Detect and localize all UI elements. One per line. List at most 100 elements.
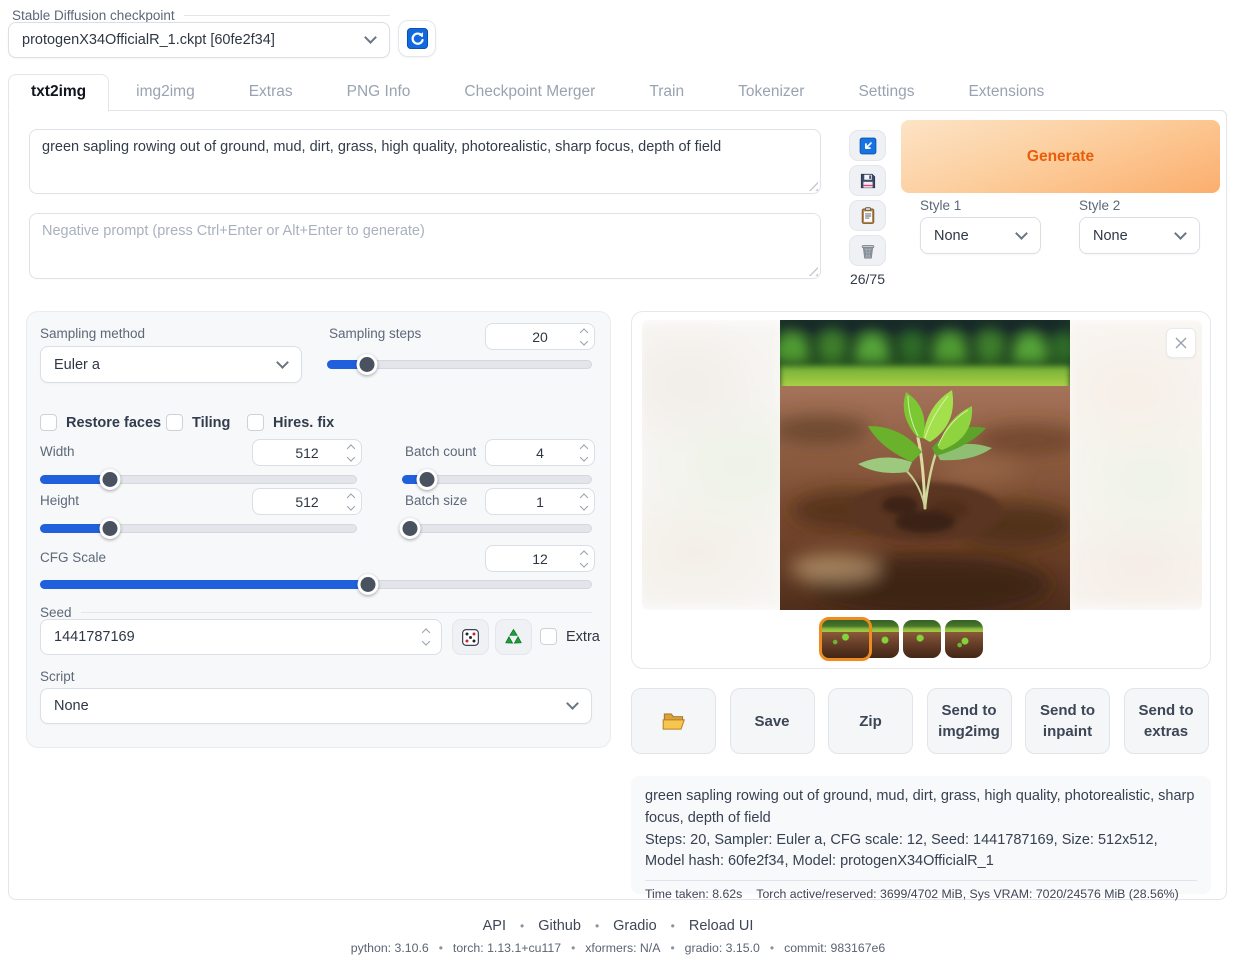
open-folder-button[interactable]: [631, 688, 716, 754]
tiling-checkbox[interactable]: [166, 414, 183, 431]
floppy-disk-icon: [858, 171, 878, 191]
style2-dropdown[interactable]: None: [1079, 217, 1200, 254]
height-slider[interactable]: [40, 518, 357, 539]
close-gallery-button[interactable]: [1166, 328, 1196, 358]
cfg-scale-input[interactable]: 12: [485, 545, 595, 572]
txt2img-panel: green sapling rowing out of ground, mud,…: [8, 110, 1227, 900]
sampling-steps-slider[interactable]: [327, 354, 592, 375]
generation-info-panel: green sapling rowing out of ground, mud,…: [631, 776, 1211, 894]
restore-faces-checkbox-row[interactable]: Restore faces: [40, 414, 161, 431]
batch-count-label: Batch count: [405, 444, 476, 459]
tiling-checkbox-row[interactable]: Tiling: [166, 414, 230, 431]
chevron-down-icon: [276, 356, 289, 369]
dot-separator: •: [571, 941, 575, 955]
prompt-input[interactable]: green sapling rowing out of ground, mud,…: [29, 129, 821, 194]
thumbnail-2-selected[interactable]: [819, 617, 872, 661]
apply-style-button[interactable]: [849, 200, 886, 231]
info-time-row: Time taken: 8.62s Torch active/reserved:…: [645, 880, 1197, 901]
style1-dropdown[interactable]: None: [920, 217, 1041, 254]
info-prompt-text: green sapling rowing out of ground, mud,…: [645, 786, 1197, 830]
tab-txt2img[interactable]: txt2img: [8, 74, 109, 112]
cfg-scale-value: 12: [532, 551, 548, 567]
dot-separator: •: [439, 941, 443, 955]
batch-size-input[interactable]: 1: [485, 488, 595, 515]
sampling-method-dropdown[interactable]: Euler a: [40, 346, 302, 383]
extra-seed-checkbox[interactable]: [540, 628, 557, 645]
clipboard-icon: [858, 206, 878, 226]
height-input[interactable]: 512: [252, 488, 362, 515]
cfg-scale-slider[interactable]: [40, 574, 592, 595]
send-to-img2img-button[interactable]: Send to img2img: [927, 688, 1012, 754]
clear-prompt-button[interactable]: [849, 235, 886, 266]
extra-seed-checkbox-row[interactable]: Extra: [540, 628, 600, 645]
sampling-steps-value: 20: [532, 329, 548, 345]
checkpoint-label-text: Stable Diffusion checkpoint: [12, 8, 175, 23]
tiling-label: Tiling: [192, 415, 230, 431]
thumbnail-5[interactable]: [945, 620, 983, 658]
checkpoint-label: Stable Diffusion checkpoint: [12, 8, 390, 23]
batch-size-value: 1: [536, 494, 544, 510]
tab-extensions[interactable]: Extensions: [941, 75, 1071, 111]
github-link[interactable]: Github: [538, 918, 581, 934]
tab-checkpoint-merger[interactable]: Checkpoint Merger: [437, 75, 622, 111]
stepper-icon[interactable]: [348, 445, 354, 460]
style1-label: Style 1: [920, 198, 961, 213]
tab-settings[interactable]: Settings: [831, 75, 941, 111]
tab-extras[interactable]: Extras: [222, 75, 320, 111]
negative-prompt-input[interactable]: [29, 213, 821, 279]
prompt-tools: [849, 130, 886, 266]
save-button[interactable]: Save: [730, 688, 815, 754]
thumbnail-4[interactable]: [903, 620, 941, 658]
send-to-inpaint-button[interactable]: Send to inpaint: [1025, 688, 1110, 754]
stepper-icon[interactable]: [581, 494, 587, 509]
stepper-icon[interactable]: [423, 630, 429, 645]
tab-png-info[interactable]: PNG Info: [320, 75, 438, 111]
width-slider[interactable]: [40, 469, 357, 490]
gradio-version: gradio: 3.15.0: [685, 941, 760, 955]
zip-button[interactable]: Zip: [828, 688, 913, 754]
prompt-field-wrap: green sapling rowing out of ground, mud,…: [29, 129, 821, 194]
stepper-icon[interactable]: [348, 494, 354, 509]
batch-size-slider[interactable]: [402, 518, 592, 539]
width-input[interactable]: 512: [252, 439, 362, 466]
width-label: Width: [40, 444, 75, 459]
reuse-seed-button[interactable]: [495, 619, 532, 655]
sampling-steps-input[interactable]: 20: [485, 323, 595, 350]
checkpoint-dropdown[interactable]: protogenX34OfficialR_1.ckpt [60fe2f34]: [8, 22, 390, 58]
batch-count-input[interactable]: 4: [485, 439, 595, 466]
reload-ui-link[interactable]: Reload UI: [689, 918, 753, 934]
save-style-button[interactable]: [849, 165, 886, 196]
script-dropdown[interactable]: None: [40, 688, 592, 724]
vram-info-text: Torch active/reserved: 3699/4702 MiB, Sy…: [756, 887, 1178, 901]
send-to-extras-button[interactable]: Send to extras: [1124, 688, 1209, 754]
stepper-icon[interactable]: [581, 445, 587, 460]
recycle-icon: [503, 627, 524, 648]
app-window: Stable Diffusion checkpoint protogenX34O…: [0, 0, 1236, 966]
gallery-thumbnails: [819, 615, 983, 663]
tab-train[interactable]: Train: [622, 75, 711, 111]
restore-faces-checkbox[interactable]: [40, 414, 57, 431]
tab-tokenizer[interactable]: Tokenizer: [711, 75, 831, 111]
random-seed-button[interactable]: [452, 619, 489, 655]
seed-input[interactable]: 1441787169: [40, 619, 442, 655]
read-generation-params-button[interactable]: [849, 130, 886, 161]
seed-value: 1441787169: [54, 629, 135, 645]
batch-count-value: 4: [536, 445, 544, 461]
chevron-down-icon: [1015, 227, 1028, 240]
hires-fix-checkbox[interactable]: [247, 414, 264, 431]
refresh-checkpoints-button[interactable]: [398, 20, 436, 57]
style1-value: None: [934, 228, 969, 244]
generated-image[interactable]: [780, 320, 1070, 610]
gallery-viewport: [642, 320, 1202, 610]
stepper-icon[interactable]: [581, 551, 587, 566]
gradio-link[interactable]: Gradio: [613, 918, 657, 934]
dot-separator: •: [770, 941, 774, 955]
chevron-down-icon: [364, 31, 377, 44]
api-link[interactable]: API: [483, 918, 506, 934]
dot-separator: •: [595, 919, 599, 933]
hires-fix-checkbox-row[interactable]: Hires. fix: [247, 414, 334, 431]
tab-img2img[interactable]: img2img: [109, 75, 222, 111]
batch-count-slider[interactable]: [402, 469, 592, 490]
generate-button[interactable]: Generate: [901, 120, 1220, 193]
stepper-icon[interactable]: [581, 329, 587, 344]
